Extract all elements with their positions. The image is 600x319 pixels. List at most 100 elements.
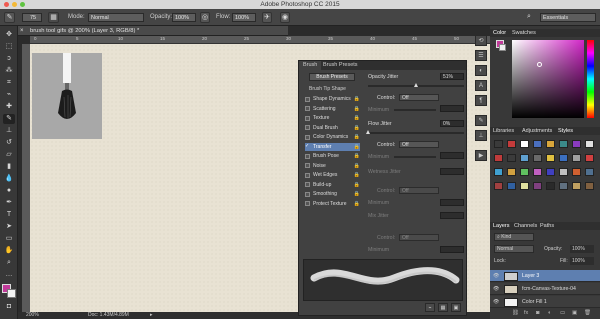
style-swatch[interactable] [494,140,503,148]
brush-setting-checkbox[interactable] [305,182,310,187]
opacity-control-select[interactable]: Off [399,94,439,101]
search-icon[interactable]: ⌕ [524,12,534,23]
crop-tool-icon[interactable]: ⌗ [3,78,15,88]
character-panel-icon[interactable]: A [475,80,487,91]
flow-jitter-field[interactable]: 0% [440,120,464,127]
brush-tool-icon[interactable]: ✎ [3,114,15,124]
brush-setting-checkbox[interactable] [305,106,310,111]
lasso-tool-icon[interactable]: ↄ [3,54,15,64]
more-tools-icon[interactable]: … [3,270,15,280]
tab-styles[interactable]: Styles [558,128,573,134]
grid-view-icon[interactable]: ▦ [438,303,448,312]
layer-blend-mode-select[interactable]: Normal [494,245,534,253]
brush-setting-item[interactable]: ✓ Transfer 🔒 [305,142,360,151]
style-swatch[interactable] [533,140,542,148]
flow-jitter-slider-thumb[interactable] [365,130,370,134]
lock-icon[interactable]: 🔒 [354,152,360,160]
style-swatch[interactable] [507,140,516,148]
style-swatch[interactable] [520,168,529,176]
tab-swatches[interactable]: Swatches [512,30,536,36]
brush-setting-checkbox[interactable] [305,153,310,159]
style-swatch[interactable] [572,140,581,148]
layer-row[interactable]: 👁 Color Fill 1 [490,296,600,308]
clone-source-panel-icon[interactable]: ⊥ [475,130,487,141]
color-panel-background-swatch[interactable] [499,44,506,51]
style-swatch[interactable] [559,182,568,190]
opacity-jitter-field[interactable]: 51% [440,73,464,80]
gradient-tool-icon[interactable]: ▮ [3,162,15,172]
color-saturation-field[interactable] [512,40,584,118]
style-swatch[interactable] [494,168,503,176]
layer-filter-kind-select[interactable]: ⌕ Kind [494,233,534,241]
tab-channels[interactable]: Channels [514,223,537,229]
document-tab-close-icon[interactable]: × [20,26,24,36]
flow-control-select[interactable]: Off [399,141,439,148]
brush-setting-item[interactable]: Build-up 🔒 [305,181,360,189]
style-swatch[interactable] [533,168,542,176]
airbrush-icon[interactable]: ✈ [262,12,272,23]
pressure-opacity-icon[interactable]: ◎ [200,12,210,23]
mode-select[interactable]: Normal [88,13,144,22]
style-swatch[interactable] [546,154,555,162]
healing-brush-tool-icon[interactable]: ✚ [3,102,15,112]
new-group-icon[interactable]: ▭ [560,310,565,316]
mix-control-select[interactable]: Off [399,234,439,241]
style-swatch[interactable] [546,168,555,176]
style-swatch[interactable] [520,182,529,190]
brush-setting-item[interactable]: Shape Dynamics 🔒 [305,95,360,103]
brush-setting-item[interactable]: Smoothing 🔒 [305,190,360,198]
status-arrow-icon[interactable]: ▸ [150,312,153,319]
layer-opacity-field[interactable]: 100% [570,245,594,253]
style-swatch[interactable] [494,154,503,162]
style-swatch[interactable] [572,154,581,162]
lock-icon[interactable]: 🔒 [354,143,360,151]
style-swatch[interactable] [572,182,581,190]
dodge-tool-icon[interactable]: ● [3,186,15,196]
brush-setting-checkbox[interactable]: ✓ [305,144,310,149]
eraser-tool-icon[interactable]: ▱ [3,150,15,160]
style-swatch[interactable] [559,154,568,162]
wetness-minimum-field[interactable] [440,199,464,206]
close-window-button[interactable] [4,2,9,7]
brush-size-picker[interactable]: 75 [22,13,42,22]
move-tool-icon[interactable]: ✥ [3,30,15,40]
layer-visibility-eye-icon[interactable]: 👁 [493,296,499,308]
lock-icon[interactable]: 🔒 [354,124,360,132]
path-selection-tool-icon[interactable]: ➤ [3,222,15,232]
lock-icon[interactable]: 🔒 [354,105,360,113]
properties-panel-icon[interactable]: ☰ [475,50,487,61]
pen-tool-icon[interactable]: ✒ [3,198,15,208]
tab-libraries[interactable]: Libraries [493,128,514,134]
tab-color[interactable]: Color [493,30,506,36]
link-layers-icon[interactable]: ⛓ [512,310,519,316]
brush-setting-item[interactable]: Noise 🔒 [305,162,360,170]
brush-tool-preset-icon[interactable]: ✎ [4,12,15,23]
eyedropper-tool-icon[interactable]: ⌁ [3,90,15,100]
lock-icon[interactable]: 🔒 [354,133,360,141]
style-swatch[interactable] [507,168,516,176]
zoom-window-button[interactable] [20,2,25,7]
layer-fill-field[interactable]: 100% [570,257,594,265]
lock-icon[interactable]: 🔒 [354,95,360,103]
hue-slider[interactable] [587,40,594,118]
zoom-tool-icon[interactable]: ⌕ [3,258,15,268]
tab-layers[interactable]: Layers [493,223,510,229]
brush-tip-shape-item[interactable]: Brush Tip Shape [305,85,360,93]
document-tab[interactable]: × brush tool gifs @ 200% (Layer 3, RGB/8… [18,26,288,36]
style-swatch[interactable] [585,182,594,190]
opacity-jitter-slider[interactable] [368,83,464,87]
layer-style-icon[interactable]: fx [524,310,528,316]
lock-icon[interactable]: 🔒 [354,200,360,208]
brush-setting-item[interactable]: Scattering 🔒 [305,105,360,113]
flow-minimum-field[interactable] [440,152,464,159]
style-swatch[interactable] [546,140,555,148]
history-brush-tool-icon[interactable]: ↺ [3,138,15,148]
style-swatch[interactable] [559,168,568,176]
style-swatch[interactable] [507,154,516,162]
marquee-tool-icon[interactable]: ⬚ [3,42,15,52]
background-color-swatch[interactable] [7,289,16,298]
mix-jitter-field[interactable] [440,212,464,219]
lock-icon[interactable]: 🔒 [354,190,360,198]
color-picker-marker[interactable] [537,62,542,67]
paragraph-panel-icon[interactable]: ¶ [475,95,487,106]
